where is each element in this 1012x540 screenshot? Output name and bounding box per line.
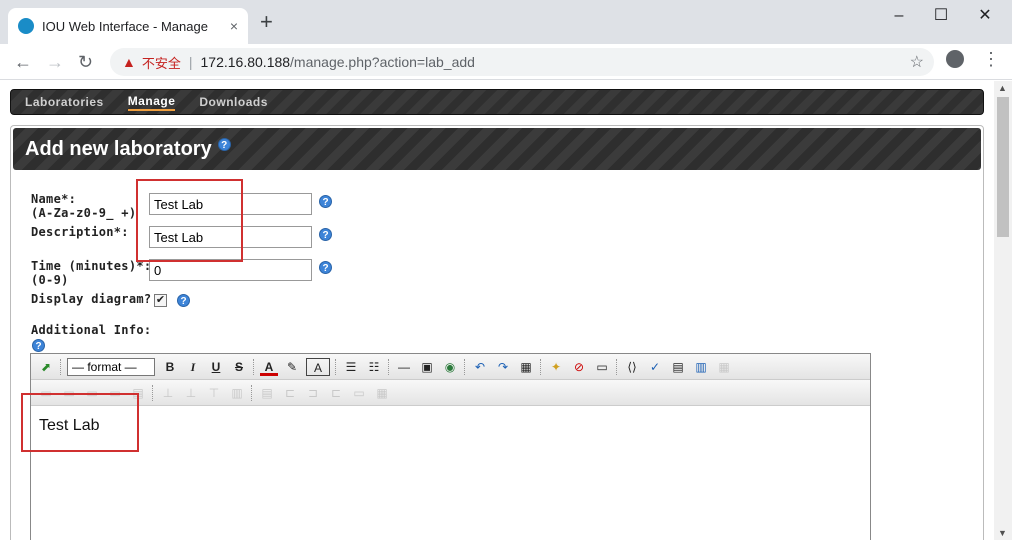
name-help-icon[interactable]: ? [319, 195, 332, 208]
table-icon[interactable]: ▤ [669, 358, 687, 376]
bookmark-star-icon[interactable]: ☆ [910, 52, 924, 72]
text-color-icon[interactable]: A [260, 358, 278, 376]
underline-icon[interactable]: U [207, 358, 225, 376]
time-input[interactable] [149, 259, 312, 281]
url-bar[interactable]: ▲ 不安全 | 172.16.80.188/manage.php?action=… [110, 48, 934, 76]
font-box-icon[interactable]: A [306, 357, 330, 376]
eraser-icon[interactable]: ▭ [593, 358, 611, 376]
toolbar-separator [60, 358, 61, 375]
browser-menu-icon[interactable]: ⋮ [982, 50, 1000, 68]
time-hint: (0-9) [31, 273, 69, 287]
col-after-icon[interactable]: ⊥ [182, 384, 200, 402]
page-title: Add new laboratory [25, 137, 212, 160]
new-tab-button[interactable]: + [260, 11, 273, 33]
cell-delete-icon[interactable]: ⊐ [304, 384, 322, 402]
toolbar-separator [152, 384, 153, 401]
back-icon[interactable]: ← [14, 51, 32, 73]
format-select[interactable]: — format — [67, 357, 155, 376]
insecure-label: 不安全 [141, 55, 181, 71]
window-close-icon[interactable]: ✕ [962, 4, 1008, 28]
url-host: 172.16.80.188 [200, 54, 291, 70]
reload-icon[interactable]: ↻ [78, 51, 93, 73]
scroll-up-icon[interactable]: ▲ [998, 83, 1007, 93]
scroll-thumb[interactable] [997, 97, 1009, 237]
strikethrough-icon[interactable]: S [230, 358, 248, 376]
toolbar-separator [251, 384, 252, 401]
col-properties-icon[interactable]: ▥ [228, 384, 246, 402]
italic-icon[interactable]: I [184, 358, 202, 376]
additional-info-help-icon[interactable]: ? [32, 339, 45, 352]
cell-properties-icon[interactable]: ▤ [258, 384, 276, 402]
table-properties-icon[interactable]: ▥ [692, 358, 710, 376]
browser-tabbar: IOU Web Interface - Manage × + – ☐ ✕ [0, 0, 1012, 44]
panel-header: Add new laboratory ? [13, 128, 981, 170]
col-before-icon[interactable]: ⊥ [159, 384, 177, 402]
editor-toolbar-primary: ⬈ — format — B I U S A ✎ A ☰ ☷ — ▣ ◉ ↶ ↷… [31, 354, 870, 380]
additional-info-label: Additional Info: [31, 323, 152, 337]
select-all-icon[interactable]: ▦ [517, 358, 535, 376]
bold-icon[interactable]: B [161, 358, 179, 376]
page-scrollbar[interactable]: ▲ ▼ [994, 81, 1012, 540]
highlight-box-editor [21, 393, 139, 452]
scroll-down-icon[interactable]: ▼ [998, 528, 1007, 538]
browser-tab[interactable]: IOU Web Interface - Manage × [8, 8, 248, 44]
insert-object-icon[interactable]: ▣ [418, 358, 436, 376]
name-hint: (A-Za-z0-9_ +) [31, 206, 137, 220]
nav-item-downloads[interactable]: Downloads [199, 95, 268, 109]
toolbar-separator [253, 358, 254, 375]
top-navigation: Laboratories Manage Downloads [10, 89, 984, 115]
tab-close-icon[interactable]: × [230, 18, 238, 34]
highlight-box-fields [136, 179, 243, 262]
editor-content-area[interactable]: Test Lab [31, 407, 870, 540]
toolbar-separator [388, 358, 389, 375]
cell-merge-all-icon[interactable]: ▦ [373, 384, 391, 402]
highlight-color-icon[interactable]: ✎ [283, 358, 301, 376]
profile-avatar-icon[interactable] [946, 50, 964, 68]
insert-link-icon[interactable]: ◉ [441, 358, 459, 376]
nav-item-laboratories[interactable]: Laboratories [25, 95, 104, 109]
forward-icon[interactable]: → [46, 51, 64, 73]
col-delete-icon[interactable]: ⊤ [205, 384, 223, 402]
minimize-icon[interactable]: – [876, 4, 922, 28]
favicon-icon [18, 18, 34, 34]
ordered-list-icon[interactable]: ☰ [342, 358, 360, 376]
description-help-icon[interactable]: ? [319, 228, 332, 241]
time-label: Time (minutes)*: [31, 259, 152, 273]
url-path: /manage.php?action=lab_add [290, 54, 475, 70]
undo-icon[interactable]: ↶ [471, 358, 489, 376]
cell-split-icon[interactable]: ⊏ [327, 384, 345, 402]
toolbar-separator [464, 358, 465, 375]
toolbar-separator [616, 358, 617, 375]
table-disabled-icon[interactable]: ▦ [715, 358, 733, 376]
toolbar-separator [335, 358, 336, 375]
cell-insert-icon[interactable]: ⊏ [281, 384, 299, 402]
rich-text-editor: ⬈ — format — B I U S A ✎ A ☰ ☷ — ▣ ◉ ↶ ↷… [30, 353, 871, 540]
spellcheck-icon[interactable]: ✓ [646, 358, 664, 376]
cell-merge-icon[interactable]: ▭ [350, 384, 368, 402]
diagram-label: Display diagram? [31, 292, 152, 306]
nav-item-manage[interactable]: Manage [127, 94, 176, 111]
url-separator: | [188, 54, 193, 70]
address-toolbar: ← → ↻ ▲ 不安全 | 172.16.80.188/manage.php?a… [0, 44, 1012, 80]
diagram-help-icon[interactable]: ? [177, 294, 190, 307]
description-label: Description*: [31, 225, 129, 239]
page-content: Laboratories Manage Downloads Add new la… [0, 81, 994, 540]
tab-title: IOU Web Interface - Manage [42, 18, 208, 34]
unordered-list-icon[interactable]: ☷ [365, 358, 383, 376]
name-label: Name*: [31, 192, 77, 206]
time-help-icon[interactable]: ? [319, 261, 332, 274]
editor-toolbar-table: ▭ ▭ ▭ ▭ ▤ ⊥ ⊥ ⊤ ▥ ▤ ⊏ ⊐ ⊏ ▭ ▦ [31, 380, 870, 406]
horizontal-rule-icon[interactable]: — [395, 358, 413, 376]
toolbar-separator [540, 358, 541, 375]
clean-up-icon[interactable]: ✦ [547, 358, 565, 376]
fullscreen-icon[interactable]: ⬈ [37, 358, 55, 376]
maximize-icon[interactable]: ☐ [918, 4, 964, 28]
help-icon[interactable]: ? [217, 137, 231, 151]
display-diagram-checkbox[interactable]: ✔ [154, 294, 167, 307]
warning-icon: ▲ [122, 54, 136, 70]
remove-format-icon[interactable]: ⊘ [570, 358, 588, 376]
redo-icon[interactable]: ↷ [494, 358, 512, 376]
source-code-icon[interactable]: ⟨⟩ [623, 358, 641, 376]
